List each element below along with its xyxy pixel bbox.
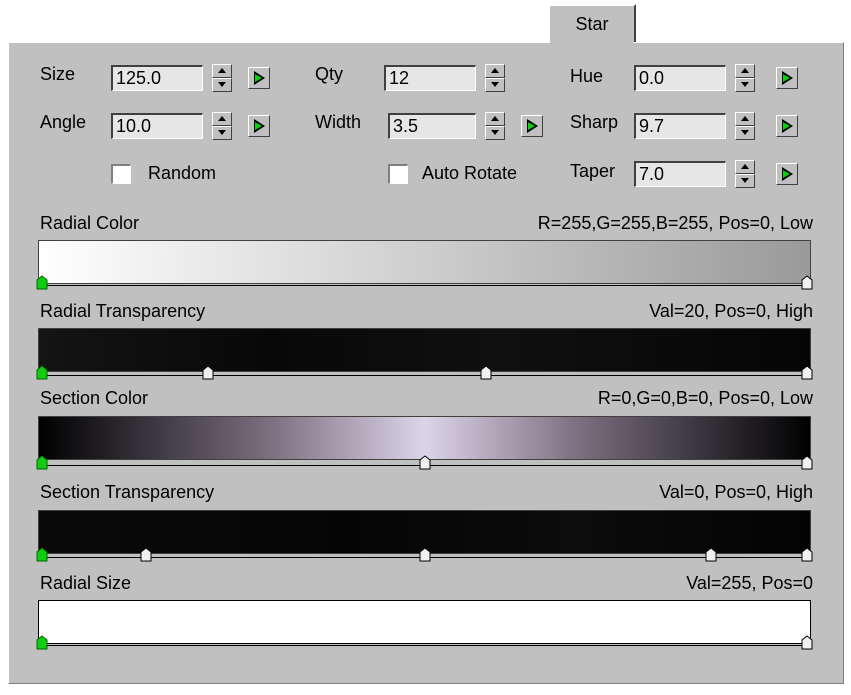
gradient-bar[interactable]: [38, 328, 811, 372]
gradient-stop-selected-icon[interactable]: [36, 455, 48, 470]
spinner-up-icon[interactable]: [212, 64, 232, 78]
hue-animate-icon[interactable]: [776, 67, 798, 89]
gradient-stop-icon[interactable]: [801, 275, 813, 290]
spinner-down-icon[interactable]: [212, 126, 232, 140]
spinner-down-icon[interactable]: [212, 78, 232, 92]
gradient-track: [38, 285, 811, 286]
taper-animate-icon[interactable]: [776, 163, 798, 185]
tab-gap: [550, 41, 634, 45]
taper-spinner[interactable]: [735, 160, 755, 188]
width-label: Width: [315, 112, 362, 132]
size-animate-icon[interactable]: [248, 67, 270, 89]
gradient-stop-icon[interactable]: [419, 547, 431, 562]
gradient-track: [38, 375, 811, 376]
angle-field[interactable]: 10.0: [111, 113, 203, 139]
gradient-stop-icon[interactable]: [480, 365, 492, 380]
gradient-status: R=255,G=255,B=255, Pos=0, Low: [537, 213, 813, 233]
tab-star[interactable]: Star: [548, 4, 636, 42]
spinner-down-icon[interactable]: [735, 126, 755, 140]
gradient-label: Section Transparency: [40, 482, 215, 502]
spinner-down-icon[interactable]: [735, 78, 755, 92]
gradient-bar[interactable]: [38, 240, 811, 284]
gradient-status: Val=20, Pos=0, High: [649, 301, 813, 321]
taper-field[interactable]: 7.0: [634, 161, 726, 187]
gradient-stop-icon[interactable]: [419, 455, 431, 470]
gradient-status: Val=0, Pos=0, High: [659, 482, 813, 502]
spinner-down-icon[interactable]: [485, 126, 505, 140]
gradient-stop-icon[interactable]: [801, 455, 813, 470]
gradient-stop-selected-icon[interactable]: [36, 275, 48, 290]
hue-spinner[interactable]: [735, 64, 755, 92]
gradient-stop-icon[interactable]: [202, 365, 214, 380]
qty-label: Qty: [315, 64, 344, 84]
sharp-animate-icon[interactable]: [776, 115, 798, 137]
gradient-stop-icon[interactable]: [705, 547, 717, 562]
gradient-stop-selected-icon[interactable]: [36, 547, 48, 562]
gradient-bar[interactable]: [38, 416, 811, 460]
gradient-label: Section Color: [40, 388, 149, 408]
width-spinner[interactable]: [485, 112, 505, 140]
hue-label: Hue: [570, 66, 604, 86]
sharp-label: Sharp: [570, 112, 619, 132]
random-label: Random: [148, 163, 217, 183]
angle-spinner[interactable]: [212, 112, 232, 140]
auto-rotate-label: Auto Rotate: [422, 163, 518, 183]
size-field[interactable]: 125.0: [111, 65, 203, 91]
gradient-stop-icon[interactable]: [801, 635, 813, 650]
spinner-up-icon[interactable]: [485, 112, 505, 126]
gradient-status: Val=255, Pos=0: [686, 573, 813, 593]
gradient-track: [38, 645, 811, 646]
auto-rotate-checkbox[interactable]: [388, 164, 408, 184]
spinner-up-icon[interactable]: [485, 64, 505, 78]
size-spinner[interactable]: [212, 64, 232, 92]
gradient-label: Radial Transparency: [40, 301, 206, 321]
gradient-stop-icon[interactable]: [801, 365, 813, 380]
spinner-up-icon[interactable]: [735, 160, 755, 174]
angle-label: Angle: [40, 112, 87, 132]
width-field[interactable]: 3.5: [388, 113, 476, 139]
sharp-spinner[interactable]: [735, 112, 755, 140]
hue-field[interactable]: 0.0: [634, 65, 726, 91]
gradient-status: R=0,G=0,B=0, Pos=0, Low: [597, 388, 813, 408]
random-checkbox[interactable]: [111, 164, 131, 184]
sharp-field[interactable]: 9.7: [634, 113, 726, 139]
spinner-up-icon[interactable]: [212, 112, 232, 126]
gradient-label: Radial Size: [40, 573, 132, 593]
width-animate-icon[interactable]: [521, 115, 543, 137]
angle-animate-icon[interactable]: [248, 115, 270, 137]
gradient-stop-icon[interactable]: [801, 547, 813, 562]
taper-label: Taper: [570, 161, 616, 181]
qty-spinner[interactable]: [485, 64, 505, 92]
gradient-label: Radial Color: [40, 213, 140, 233]
gradient-stop-selected-icon[interactable]: [36, 635, 48, 650]
qty-field[interactable]: 12: [384, 65, 476, 91]
gradient-stop-selected-icon[interactable]: [36, 365, 48, 380]
size-label: Size: [40, 64, 76, 84]
spinner-down-icon[interactable]: [735, 174, 755, 188]
gradient-bar[interactable]: [38, 600, 811, 644]
spinner-down-icon[interactable]: [485, 78, 505, 92]
spinner-up-icon[interactable]: [735, 64, 755, 78]
spinner-up-icon[interactable]: [735, 112, 755, 126]
gradient-stop-icon[interactable]: [140, 547, 152, 562]
